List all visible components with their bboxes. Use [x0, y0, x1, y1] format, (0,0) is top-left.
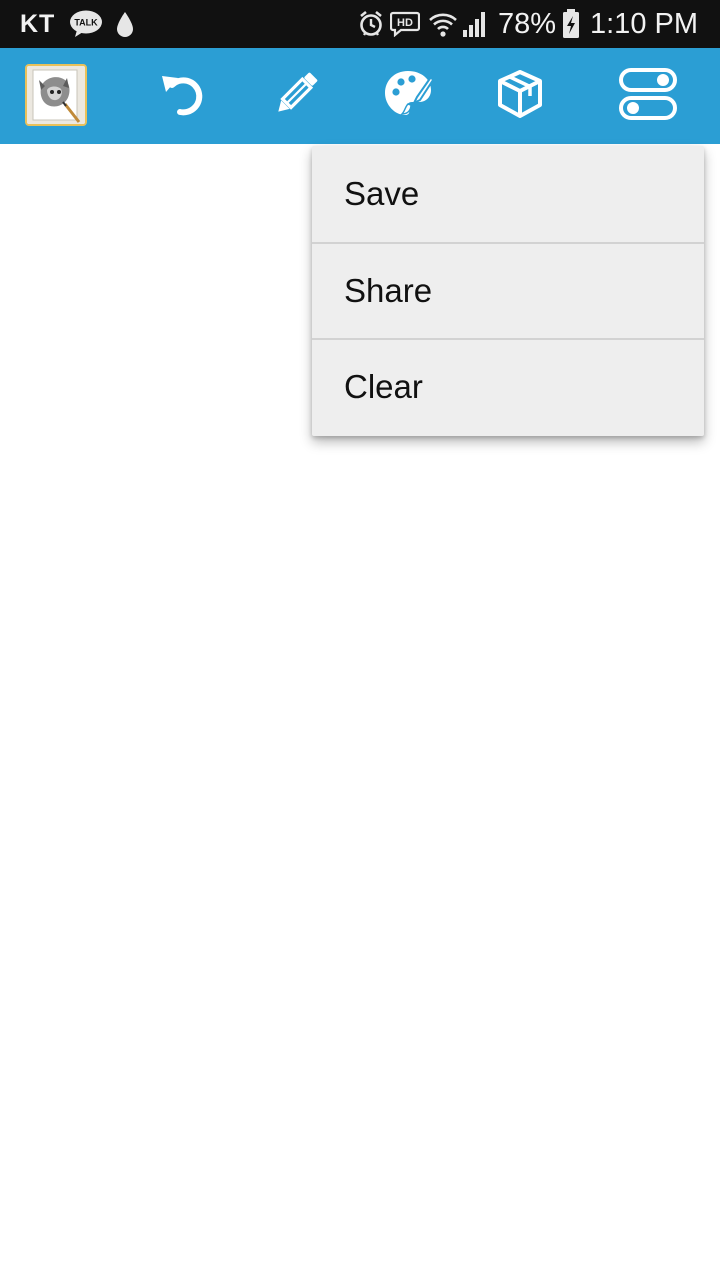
kakaotalk-icon: TALK: [69, 10, 103, 38]
box-icon: [494, 68, 546, 124]
menu-item-clear-label: Clear: [344, 368, 423, 405]
palette-icon: [381, 67, 435, 125]
wifi-icon: [428, 10, 458, 38]
pencil-icon: [270, 68, 322, 124]
undo-button[interactable]: [148, 62, 216, 130]
box-button[interactable]: [486, 62, 554, 130]
battery-charging-icon: [562, 9, 580, 39]
pencil-button[interactable]: [262, 62, 330, 130]
alarm-icon: [358, 10, 384, 38]
overflow-menu: Save Share Clear: [312, 146, 704, 436]
clock: 1:10 PM: [590, 7, 698, 40]
menu-item-share[interactable]: Share: [312, 242, 704, 338]
settings-toggle-button[interactable]: [614, 62, 682, 130]
menu-item-share-label: Share: [344, 272, 433, 309]
menu-item-save-label: Save: [344, 175, 420, 212]
carrier-label: KT: [20, 9, 56, 38]
undo-icon: [158, 70, 206, 122]
status-bar: KT TALK HD 78% 1:10 PM: [0, 0, 720, 48]
battery-percent: 78%: [497, 7, 556, 40]
talk-badge-text: TALK: [75, 18, 99, 28]
palette-button[interactable]: [374, 62, 442, 130]
menu-item-save[interactable]: Save: [312, 146, 704, 242]
hd-voice-icon: HD: [389, 11, 420, 37]
toggle-settings-icon: [618, 67, 678, 125]
hd-badge-text: HD: [397, 17, 413, 29]
drop-icon: [115, 10, 135, 38]
app-thumbnail[interactable]: [25, 64, 87, 126]
toolbar: [0, 48, 720, 144]
menu-item-clear[interactable]: Clear: [312, 338, 704, 434]
status-left: KT TALK: [20, 10, 147, 39]
signal-icon: [462, 10, 488, 38]
status-right: HD 78% 1:10 PM: [358, 8, 698, 41]
